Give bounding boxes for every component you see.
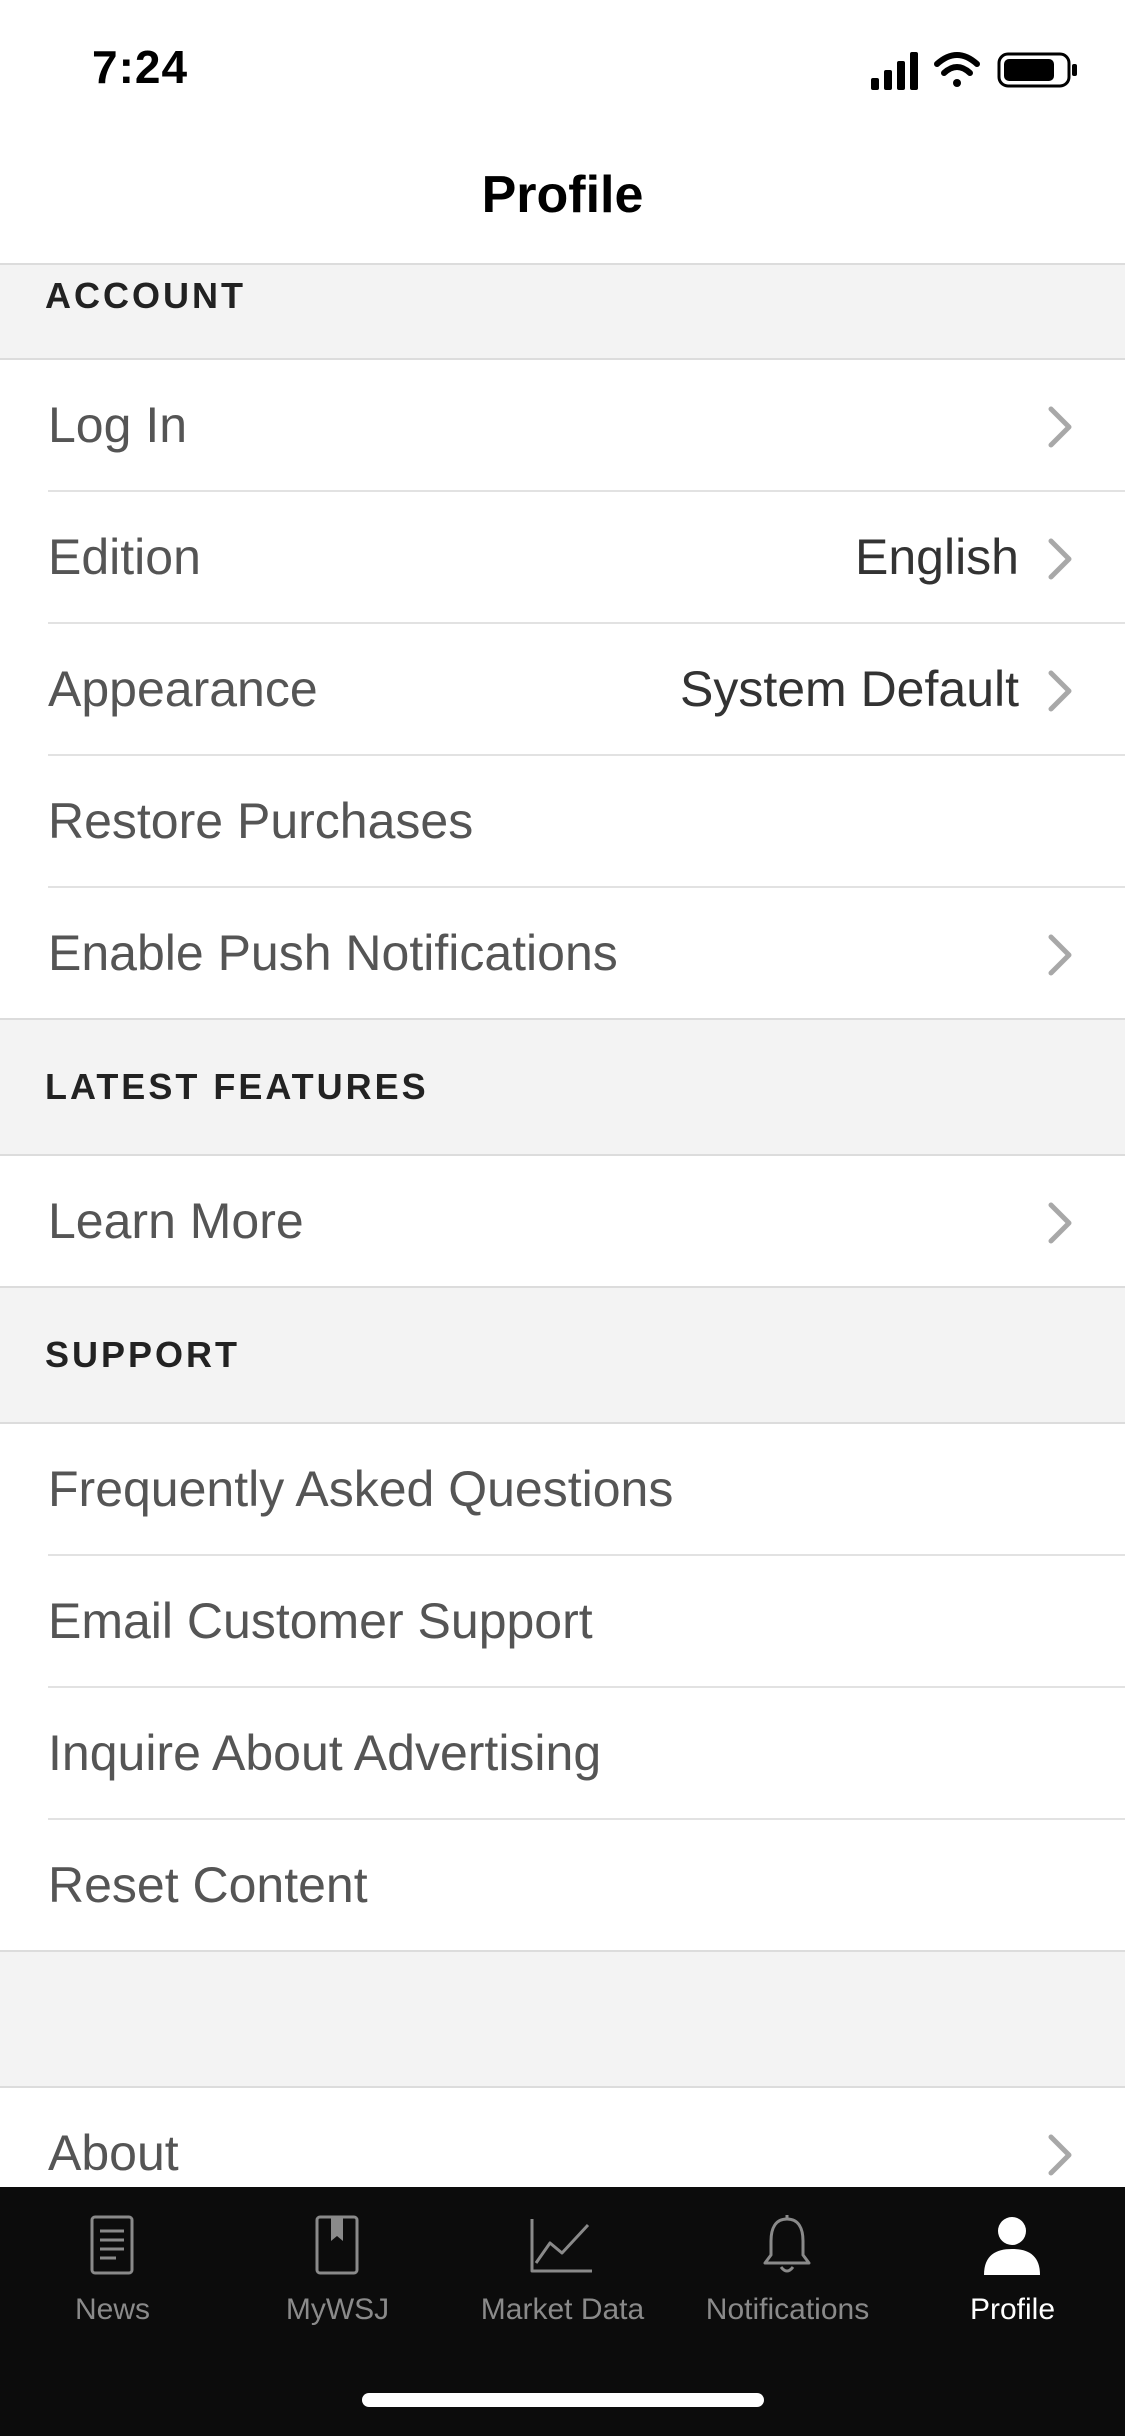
row-log-in[interactable]: Log In [0, 360, 1125, 492]
cellular-signal-icon [871, 52, 918, 90]
row-value: System Default [679, 661, 1019, 717]
page-title: Profile [481, 166, 644, 224]
row-label: Log In [48, 397, 188, 453]
tab-market-data[interactable]: Market Data [450, 2187, 675, 2367]
battery-icon [997, 52, 1077, 88]
tab-profile[interactable]: Profile [900, 2187, 1125, 2367]
newspaper-icon [90, 2215, 134, 2275]
person-icon [984, 2217, 1040, 2275]
chevron-right-icon [1048, 2134, 1072, 2176]
section-header-latest-features: LATEST FEATURES [0, 1020, 1125, 1156]
section-title-support: SUPPORT [45, 1334, 241, 1375]
bookmark-icon [315, 2215, 359, 2275]
row-edition[interactable]: Edition English [0, 492, 1125, 624]
row-label: Inquire About Advertising [48, 1725, 602, 1781]
bell-icon [763, 2215, 811, 2273]
row-restore-purchases[interactable]: Restore Purchases [0, 756, 1125, 888]
tab-news[interactable]: News [0, 2187, 225, 2367]
row-advertising[interactable]: Inquire About Advertising [0, 1688, 1125, 1820]
tab-label: MyWSJ [285, 2293, 390, 2326]
chevron-right-icon [1048, 934, 1072, 976]
row-label: Restore Purchases [48, 793, 474, 849]
section-title-latest-features: LATEST FEATURES [45, 1066, 429, 1107]
line-chart-icon [530, 2219, 592, 2273]
row-enable-push-notifications[interactable]: Enable Push Notifications [0, 888, 1125, 1020]
nav-header: Profile [0, 135, 1125, 265]
settings-list[interactable]: ACCOUNT Log In Edition English Appearanc… [0, 265, 1125, 2187]
row-faq[interactable]: Frequently Asked Questions [0, 1424, 1125, 1556]
row-label: Email Customer Support [48, 1593, 593, 1649]
row-label: Enable Push Notifications [48, 925, 618, 981]
home-indicator [362, 2393, 764, 2407]
row-email-support[interactable]: Email Customer Support [0, 1556, 1125, 1688]
wifi-icon [934, 52, 980, 87]
status-time: 7:24 [92, 41, 189, 93]
row-learn-more[interactable]: Learn More [0, 1156, 1125, 1288]
row-label: Reset Content [48, 1857, 368, 1913]
section-spacer [0, 1952, 1125, 2088]
row-about[interactable]: About [0, 2088, 1125, 2187]
row-label: Frequently Asked Questions [48, 1461, 674, 1517]
tab-label: Notifications [705, 2293, 870, 2326]
row-label: Appearance [48, 661, 318, 717]
row-label: Learn More [48, 1193, 304, 1249]
tab-label: Profile [969, 2293, 1056, 2326]
tab-label: News [74, 2293, 150, 2326]
row-label: About [48, 2125, 179, 2181]
chevron-right-icon [1048, 406, 1072, 448]
chevron-right-icon [1048, 1202, 1072, 1244]
chevron-right-icon [1048, 670, 1072, 712]
status-icons [871, 52, 1077, 90]
chevron-right-icon [1048, 538, 1072, 580]
section-header-account: ACCOUNT [0, 265, 1125, 360]
row-appearance[interactable]: Appearance System Default [0, 624, 1125, 756]
tab-label: Market Data [480, 2293, 645, 2326]
section-title-account: ACCOUNT [45, 275, 246, 316]
tab-notifications[interactable]: Notifications [675, 2187, 900, 2367]
status-bar: 7:24 [0, 0, 1125, 135]
row-value: English [855, 529, 1019, 585]
row-label: Edition [48, 529, 201, 585]
tab-mywsj[interactable]: MyWSJ [225, 2187, 450, 2367]
section-header-support: SUPPORT [0, 1288, 1125, 1424]
row-reset-content[interactable]: Reset Content [0, 1820, 1125, 1952]
